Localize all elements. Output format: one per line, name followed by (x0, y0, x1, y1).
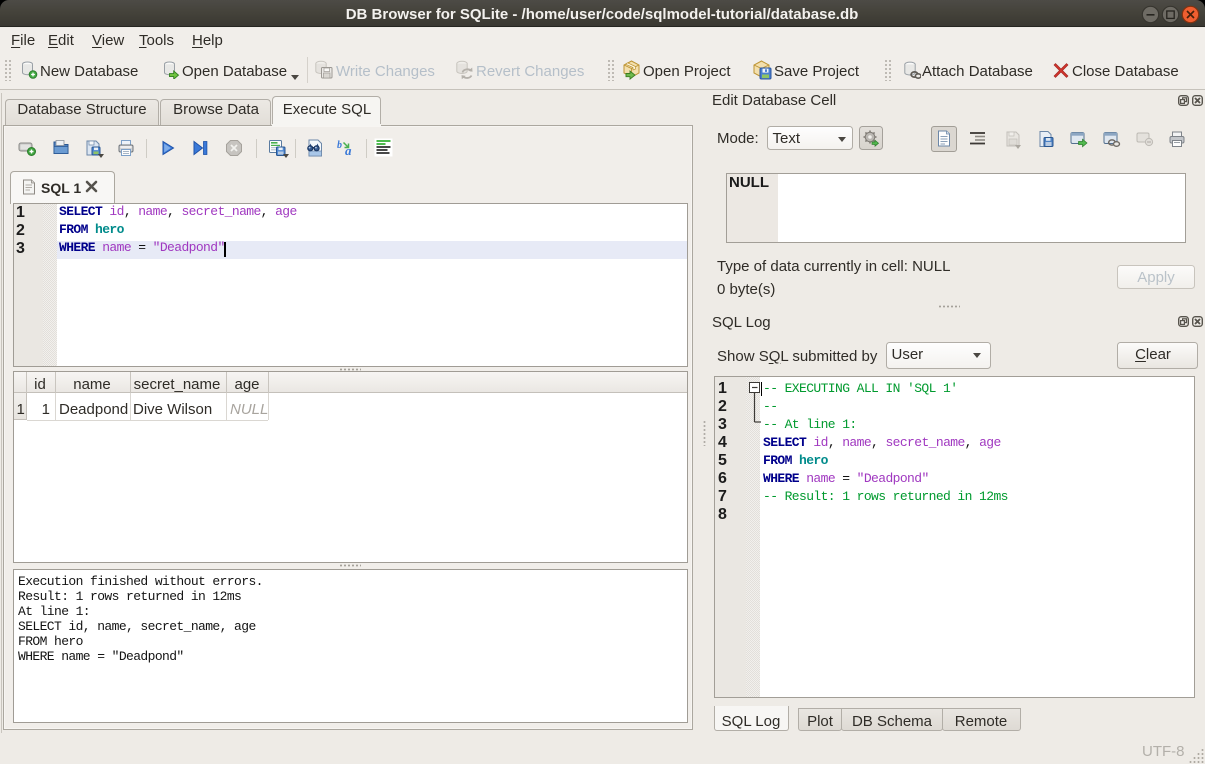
svg-text:b: b (337, 140, 342, 151)
